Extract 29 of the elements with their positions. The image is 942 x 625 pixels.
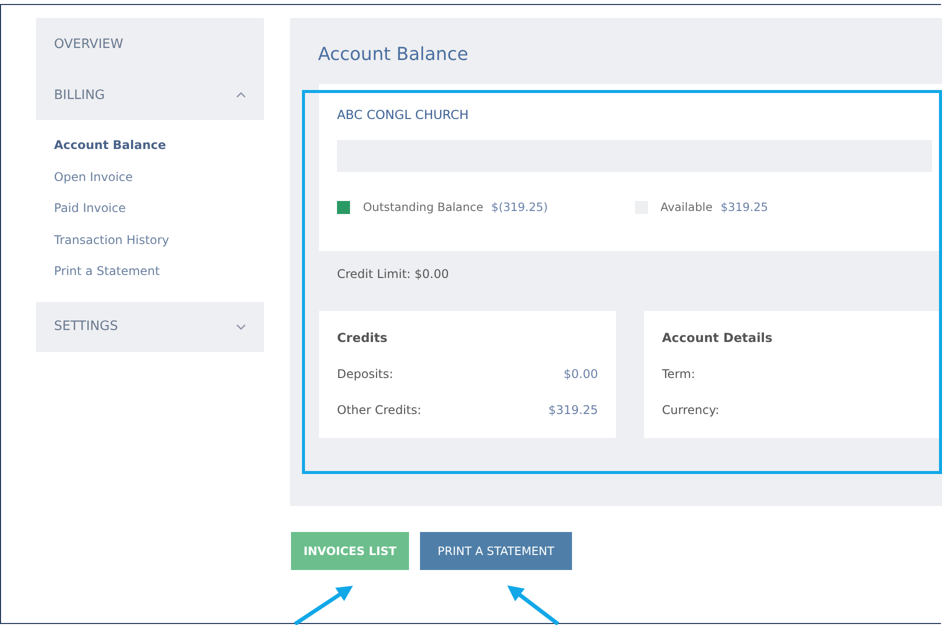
annotation-arrow [294, 586, 353, 625]
sidebar-section[interactable]: SETTINGS [36, 302, 264, 352]
sidebar-section[interactable]: BILLING [36, 70, 264, 120]
sidebar-item[interactable]: Transaction History [36, 224, 264, 256]
card-title: Credits [337, 329, 388, 347]
credit-limit: Credit Limit: $0.00 [336, 266, 450, 283]
legend-label: Available [660, 200, 713, 214]
legend-value: $(319.25) [491, 200, 548, 214]
chevron-down-icon [236, 324, 246, 330]
row-label: Currency: [662, 403, 720, 417]
row-label: Term: [662, 367, 696, 381]
row-value: $319.25 [548, 403, 598, 417]
legend-value: $319.25 [720, 200, 768, 214]
sidebar-item[interactable]: Account Balance [36, 130, 264, 162]
sidebar-item[interactable]: Paid Invoice [36, 193, 264, 224]
account-name: ABC CONGL CHURCH [337, 106, 470, 124]
invoices-list-button[interactable]: INVOICES LIST [291, 532, 409, 570]
legend-label: Outstanding Balance [363, 200, 484, 214]
annotation-arrow [507, 585, 560, 625]
row-label: Deposits: [337, 367, 394, 381]
row-value: $0.00 [564, 367, 598, 381]
sidebar-item[interactable]: Print a Statement [36, 256, 264, 288]
sidebar-section[interactable]: OVERVIEW [36, 18, 264, 70]
page-title: Account Balance [318, 44, 470, 67]
chevron-up-icon [236, 92, 246, 98]
print-statement-button[interactable]: PRINT A STATEMENT [420, 532, 572, 570]
sidebar-item[interactable]: Open Invoice [36, 162, 264, 193]
row-label: Other Credits: [337, 403, 422, 417]
card-title: Account Details [662, 329, 774, 347]
